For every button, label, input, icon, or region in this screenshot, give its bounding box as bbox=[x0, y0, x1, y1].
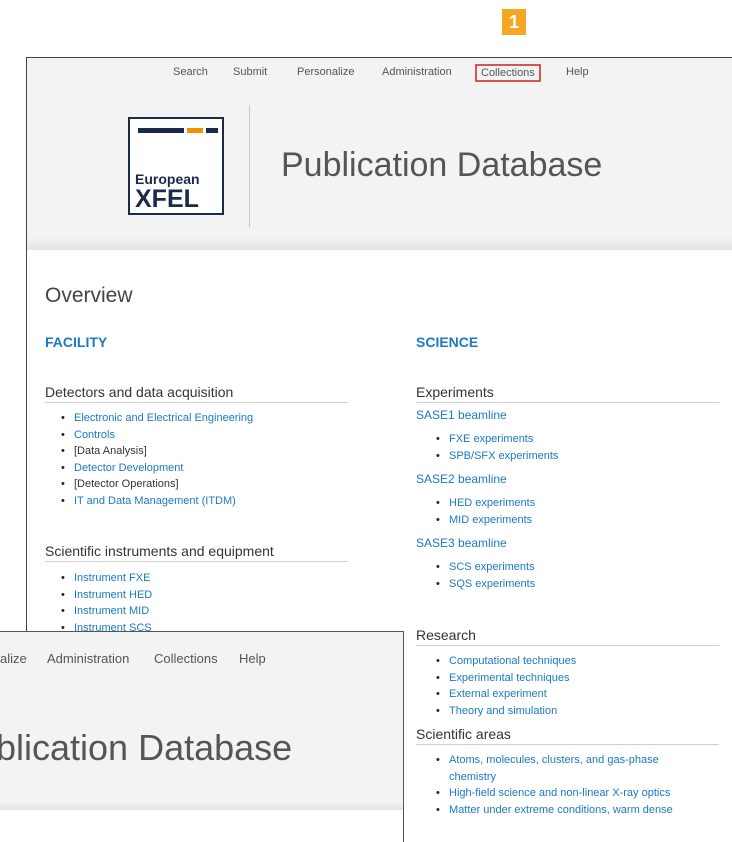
sase1-list: FXE experiments SPB/SFX experiments bbox=[435, 431, 558, 464]
logo-bar bbox=[206, 128, 218, 133]
header-divider bbox=[249, 105, 250, 227]
list-item[interactable]: Instrument MID bbox=[60, 603, 152, 620]
top-navigation: Search Submit Personalize Administration… bbox=[27, 64, 732, 84]
sase2-list: HED experiments MID experiments bbox=[435, 495, 535, 528]
sase3-link[interactable]: SASE3 beamline bbox=[416, 536, 507, 550]
list-item[interactable]: SQS experiments bbox=[435, 576, 535, 593]
page-title: Publication Database bbox=[281, 146, 603, 184]
list-item: [Detector Operations] bbox=[60, 476, 253, 493]
overlay-header-shadow bbox=[0, 802, 403, 810]
list-item[interactable]: MID experiments bbox=[435, 512, 535, 529]
instruments-list: Instrument FXE Instrument HED Instrument… bbox=[60, 570, 152, 636]
research-list: Computational techniques Experimental te… bbox=[435, 653, 576, 719]
list-item[interactable]: Atoms, molecules, clusters, and gas-phas… bbox=[435, 752, 673, 769]
sase1-link[interactable]: SASE1 beamline bbox=[416, 408, 507, 422]
overlay-nav-collections[interactable]: Collections bbox=[154, 651, 218, 666]
overlay-page-title: blication Database bbox=[0, 727, 293, 768]
overview-heading: Overview bbox=[45, 284, 133, 307]
logo-bar bbox=[138, 128, 184, 133]
science-heading[interactable]: SCIENCE bbox=[416, 334, 478, 350]
overlay-content-area bbox=[0, 810, 403, 842]
header-shadow bbox=[27, 236, 732, 250]
section-instruments: Scientific instruments and equipment bbox=[45, 543, 348, 562]
facility-heading[interactable]: FACILITY bbox=[45, 334, 107, 350]
list-item[interactable]: Matter under extreme conditions, warm de… bbox=[435, 802, 673, 819]
list-item-continuation[interactable]: chemistry bbox=[435, 769, 673, 786]
detectors-list: Electronic and Electrical Engineering Co… bbox=[60, 410, 253, 509]
list-item[interactable]: Controls bbox=[60, 427, 253, 444]
zoomed-header-overlay: alize Administration Collections Help bl… bbox=[0, 631, 404, 842]
nav-collections[interactable]: Collections bbox=[475, 64, 541, 82]
list-item[interactable]: SCS experiments bbox=[435, 559, 535, 576]
list-item[interactable]: Computational techniques bbox=[435, 653, 576, 670]
list-item[interactable]: Electronic and Electrical Engineering bbox=[60, 410, 253, 427]
section-research: Research bbox=[416, 627, 719, 646]
overlay-nav-personalize[interactable]: alize bbox=[0, 651, 27, 666]
logo-bar-accent bbox=[187, 128, 203, 133]
list-item[interactable]: Detector Development bbox=[60, 460, 253, 477]
sase2-link[interactable]: SASE2 beamline bbox=[416, 472, 507, 486]
nav-search[interactable]: Search bbox=[173, 66, 208, 78]
list-item[interactable]: Experimental techniques bbox=[435, 670, 576, 687]
logo-text-xfel: XFEL bbox=[135, 185, 199, 213]
list-item[interactable]: Theory and simulation bbox=[435, 703, 576, 720]
list-item: [Data Analysis] bbox=[60, 443, 253, 460]
section-detectors: Detectors and data acquisition bbox=[45, 384, 348, 403]
list-item[interactable]: Instrument FXE bbox=[60, 570, 152, 587]
list-item[interactable]: IT and Data Management (ITDM) bbox=[60, 493, 253, 510]
list-item[interactable]: Instrument HED bbox=[60, 587, 152, 604]
areas-list: Atoms, molecules, clusters, and gas-phas… bbox=[435, 752, 673, 818]
overlay-nav-administration[interactable]: Administration bbox=[47, 651, 129, 666]
list-item[interactable]: External experiment bbox=[435, 686, 576, 703]
nav-personalize[interactable]: Personalize bbox=[297, 66, 354, 78]
step-badge: 1 bbox=[502, 9, 526, 35]
overlay-nav-help[interactable]: Help bbox=[239, 651, 266, 666]
sase3-list: SCS experiments SQS experiments bbox=[435, 559, 535, 592]
list-item-continuation-text: chemistry bbox=[449, 770, 497, 783]
list-item[interactable]: HED experiments bbox=[435, 495, 535, 512]
nav-administration[interactable]: Administration bbox=[382, 66, 452, 78]
european-xfel-logo[interactable]: European XFEL bbox=[128, 117, 224, 215]
section-experiments: Experiments bbox=[416, 384, 719, 403]
nav-help[interactable]: Help bbox=[566, 66, 589, 78]
nav-submit[interactable]: Submit bbox=[233, 66, 267, 78]
list-item[interactable]: FXE experiments bbox=[435, 431, 558, 448]
list-item[interactable]: SPB/SFX experiments bbox=[435, 448, 558, 465]
section-scientific-areas: Scientific areas bbox=[416, 726, 719, 745]
list-item[interactable]: High-field science and non-linear X-ray … bbox=[435, 785, 673, 802]
